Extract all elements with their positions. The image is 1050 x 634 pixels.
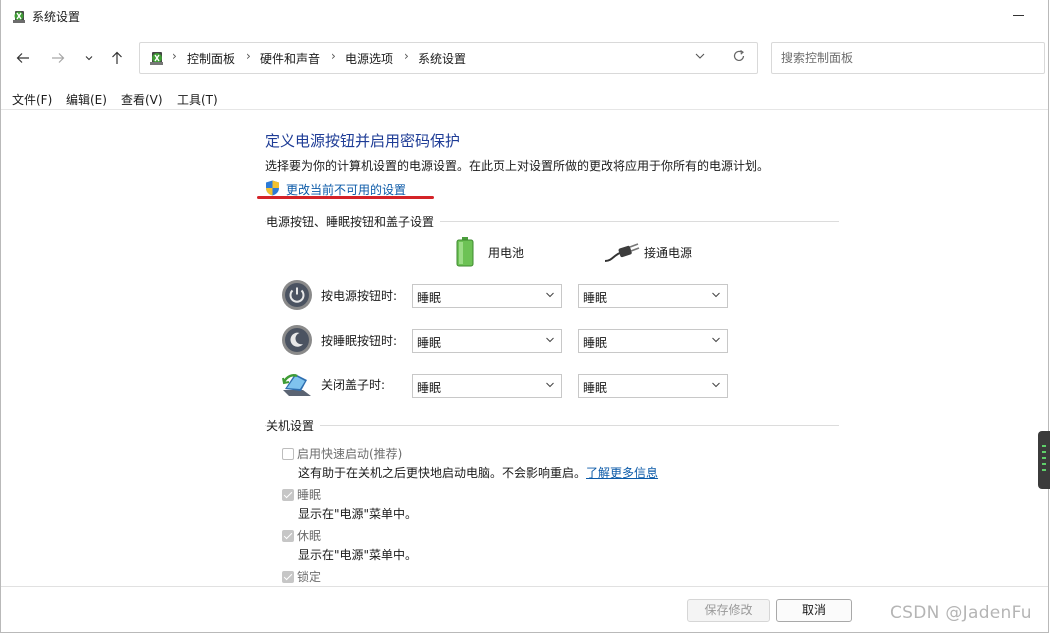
back-button[interactable] xyxy=(15,50,31,66)
indicator-dot xyxy=(1042,469,1046,471)
main-content: 定义电源按钮并启用密码保护 选择要为你的计算机设置的电源设置。在此页上对设置所做… xyxy=(1,110,1048,586)
breadcrumb-separator: › xyxy=(172,49,177,63)
chevron-down-icon xyxy=(85,56,93,61)
chevron-down-icon xyxy=(712,292,720,298)
chevron-down-icon xyxy=(546,292,554,298)
menu-file[interactable]: 文件(F) xyxy=(12,91,52,108)
fast-startup-description: 这有助于在关机之后更快地启动电脑。不会影响重启。了解更多信息 xyxy=(298,464,658,481)
power-button-plugged-select[interactable]: 睡眠 xyxy=(578,284,728,308)
lock-checkbox[interactable] xyxy=(282,571,294,583)
learn-more-link[interactable]: 了解更多信息 xyxy=(586,466,658,480)
forward-button[interactable] xyxy=(50,50,66,66)
highlight-underline xyxy=(257,196,434,199)
sleep-button-icon xyxy=(282,325,312,355)
chevron-down-icon xyxy=(712,337,720,343)
chevron-down-icon xyxy=(546,382,554,388)
chevron-down-icon xyxy=(712,382,720,388)
page-title: 定义电源按钮并启用密码保护 xyxy=(265,132,461,150)
breadcrumb-hardware-sound[interactable]: 硬件和声音 xyxy=(260,50,320,67)
breadcrumb-separator: › xyxy=(404,49,409,63)
column-plugged-in: 接通电源 xyxy=(644,246,693,260)
chevron-down-icon xyxy=(546,337,554,343)
section-label-shutdown: 关机设置 xyxy=(266,417,321,434)
sleep-button-battery-select[interactable]: 睡眠 xyxy=(412,329,562,353)
up-button[interactable] xyxy=(109,50,125,66)
select-value: 睡眠 xyxy=(417,291,442,305)
breadcrumb-control-panel[interactable]: 控制面板 xyxy=(187,50,235,67)
section-divider xyxy=(265,425,839,426)
fast-startup-checkbox[interactable] xyxy=(282,448,294,460)
hibernate-option-description: 显示在"电源"菜单中。 xyxy=(298,548,418,562)
row-label-power-button: 按电源按钮时: xyxy=(321,289,398,303)
sleep-option-label: 睡眠 xyxy=(297,488,322,502)
indicator-dot xyxy=(1042,445,1046,447)
system-settings-window: 系统设置 › 控制面板 › 硬件和声音 › 电源选项 › 系统设置 搜索控制面板… xyxy=(0,0,1049,633)
power-button-icon xyxy=(282,280,312,310)
power-options-app-icon xyxy=(13,11,25,23)
column-battery: 用电池 xyxy=(488,246,525,260)
watermark: CSDN @JadenFu xyxy=(890,603,1032,623)
breadcrumb-separator: › xyxy=(246,49,251,63)
close-lid-plugged-select[interactable]: 睡眠 xyxy=(578,374,728,398)
select-value: 睡眠 xyxy=(417,336,442,350)
row-label-sleep-button: 按睡眠按钮时: xyxy=(321,334,398,348)
laptop-lid-icon xyxy=(282,374,311,396)
cancel-button[interactable]: 取消 xyxy=(776,599,852,622)
navigation-bar: › 控制面板 › 硬件和声音 › 电源选项 › 系统设置 xyxy=(1,40,1048,76)
close-lid-battery-select[interactable]: 睡眠 xyxy=(412,374,562,398)
address-bar[interactable]: › 控制面板 › 硬件和声音 › 电源选项 › 系统设置 xyxy=(139,42,758,74)
recent-locations-button[interactable] xyxy=(81,50,97,66)
hibernate-option-label: 休眠 xyxy=(297,529,322,543)
sleep-option-description: 显示在"电源"菜单中。 xyxy=(298,507,418,521)
up-arrow-icon xyxy=(112,51,122,64)
breadcrumb-power-options[interactable]: 电源选项 xyxy=(345,50,393,67)
select-value: 睡眠 xyxy=(583,381,608,395)
power-button-battery-select[interactable]: 睡眠 xyxy=(412,284,562,308)
side-panel-handle[interactable] xyxy=(1038,431,1050,489)
power-plug-icon xyxy=(604,243,640,262)
sleep-checkbox[interactable] xyxy=(282,489,294,501)
section-label-buttons: 电源按钮、睡眠按钮和盖子设置 xyxy=(266,213,441,230)
breadcrumb-system-settings[interactable]: 系统设置 xyxy=(418,50,466,67)
menu-bar: 文件(F) 编辑(E) 查看(V) 工具(T) xyxy=(1,90,1048,110)
sleep-button-plugged-select[interactable]: 睡眠 xyxy=(578,329,728,353)
address-dropdown-icon[interactable] xyxy=(695,51,705,61)
select-value: 睡眠 xyxy=(583,291,608,305)
indicator-dot xyxy=(1042,451,1046,453)
back-arrow-icon xyxy=(16,53,29,63)
title-bar: 系统设置 xyxy=(1,0,1048,32)
menu-tools[interactable]: 工具(T) xyxy=(177,91,218,108)
battery-icon xyxy=(456,237,474,267)
indicator-dot xyxy=(1042,457,1046,459)
lock-option-label: 锁定 xyxy=(297,570,322,584)
menu-view[interactable]: 查看(V) xyxy=(121,91,163,108)
uac-shield-icon xyxy=(266,180,279,196)
save-changes-button[interactable]: 保存修改 xyxy=(687,599,770,622)
search-box[interactable] xyxy=(771,42,1045,74)
refresh-icon[interactable] xyxy=(732,49,746,63)
footer-divider xyxy=(1,586,1048,587)
window-title: 系统设置 xyxy=(32,10,81,24)
forward-arrow-icon xyxy=(52,53,65,63)
row-label-close-lid: 关闭盖子时: xyxy=(321,378,386,392)
menu-edit[interactable]: 编辑(E) xyxy=(66,91,107,108)
fast-startup-description-text: 这有助于在关机之后更快地启动电脑。不会影响重启。 xyxy=(298,466,587,480)
breadcrumb-separator: › xyxy=(331,49,336,63)
hibernate-checkbox[interactable] xyxy=(282,530,294,542)
indicator-dot xyxy=(1042,463,1046,465)
page-description: 选择要为你的计算机设置的电源设置。在此页上对设置所做的更改将应用于你所有的电源计… xyxy=(265,159,770,173)
fast-startup-label: 启用快速启动(推荐) xyxy=(297,447,403,461)
control-panel-icon xyxy=(150,52,163,65)
minimize-button[interactable] xyxy=(1013,15,1024,16)
select-value: 睡眠 xyxy=(417,381,442,395)
search-input[interactable] xyxy=(781,51,1031,65)
select-value: 睡眠 xyxy=(583,336,608,350)
